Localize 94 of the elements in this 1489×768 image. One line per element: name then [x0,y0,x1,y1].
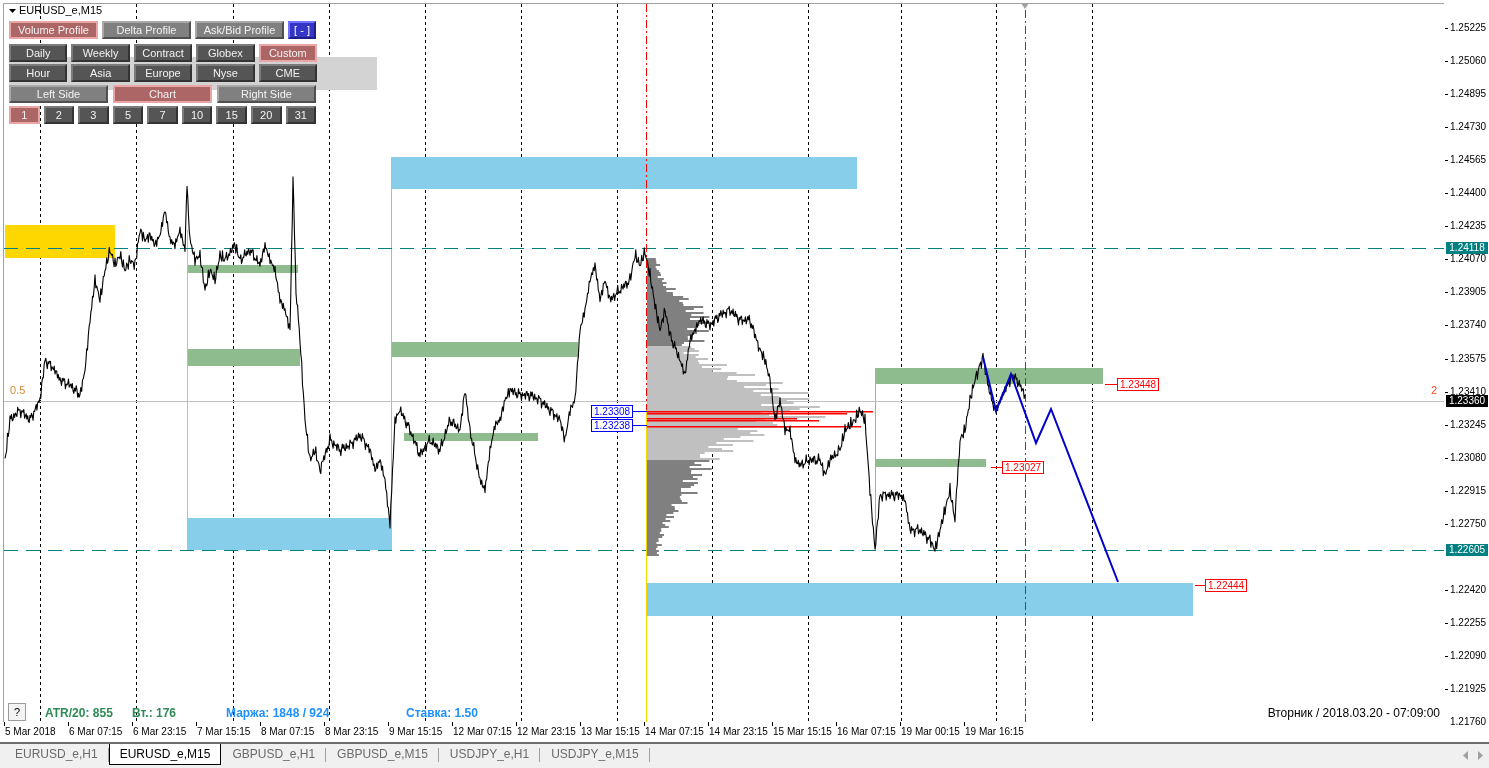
indicator-text: ATR/20: 855 [45,706,113,721]
price-axis-label: 1.23575 [1450,353,1487,365]
range-side-button[interactable]: Left Side [9,85,108,103]
session-button[interactable]: Weekly [71,44,130,62]
time-axis-label: 12 Mar 07:15 [453,726,512,738]
time-axis-label: 8 Mar 23:15 [325,726,379,738]
price-axis-label: 1.21760 [1450,716,1487,728]
price-axis-label: 1.24070 [1450,253,1487,265]
day-count-button[interactable]: 20 [250,106,282,124]
price-axis-label: 1.23740 [1450,319,1487,331]
chart-title: EURUSD_e,M15 [19,4,103,17]
chart-tab[interactable]: USDJPY_e,H1 [438,744,541,765]
session-button[interactable]: Custom [258,44,318,62]
price-marker-label: 1.24118 [1446,242,1488,254]
time-axis-label: 15 Mar 15:15 [773,726,832,738]
price-axis-label: 1.24565 [1450,154,1487,166]
level-marker-text: 0.5 [10,384,26,397]
profile-price-label: 1.23238 [591,419,634,432]
collapse-button[interactable]: [ - ] [288,21,316,39]
profile-mode-button[interactable]: Ask/Bid Profile [195,21,284,39]
chart-tab[interactable]: EURUSD_e,M15 [108,744,222,765]
price-axis-label: 1.24730 [1450,121,1487,133]
day-count-button[interactable]: 10 [181,106,213,124]
price-level-label: 1.22444 [1205,579,1248,592]
day-count-button[interactable]: 7 [147,106,178,124]
right-arrow-icon[interactable] [1478,751,1483,760]
price-axis-label: 1.23410 [1450,386,1487,397]
session-button[interactable]: Hour [9,64,68,82]
profile-mode-button[interactable]: Volume Profile [9,21,98,39]
time-axis-label: 8 Mar 07:15 [261,726,315,738]
indicator-text: Маржа: 1848 / 924 [226,706,330,721]
profile-price-label: 1.23308 [591,405,634,418]
time-axis-label: 12 Mar 23:15 [517,726,576,738]
leader-line [632,411,648,412]
price-axis-label: 1.25225 [1450,22,1487,34]
session-button[interactable]: Daily [9,44,68,62]
price-axis-label: 1.24895 [1450,88,1487,100]
caret-icon[interactable] [9,8,16,13]
price-level-label: 1.23448 [1117,378,1160,391]
chart-tab[interactable]: EURUSD_e,H1 [4,744,109,765]
price-axis-label: 1.22255 [1450,617,1487,629]
leader-line [1104,384,1118,385]
indicator-text: Вт.: 176 [132,706,176,721]
time-axis-label: 19 Mar 16:15 [965,726,1024,738]
chart-tab[interactable]: GBPUSD_e,M15 [326,744,439,765]
server-time-text: Вторник / 2018.03.20 - 07:09:00 [1267,706,1440,721]
indicator-text: Ставка: 1.50 [406,706,478,721]
time-axis-label: 14 Mar 23:15 [709,726,768,738]
range-side-button[interactable]: Chart [113,85,212,103]
day-count-button[interactable]: 1 [9,106,40,124]
time-axis-label: 19 Mar 00:15 [901,726,960,738]
price-axis-label: 1.22090 [1450,650,1487,662]
price-axis-label: 1.22915 [1450,485,1487,497]
leader-line [632,425,648,426]
price-axis-label: 1.24400 [1450,187,1487,199]
time-axis-label: 6 Mar 07:15 [69,726,123,738]
time-axis-label: 13 Mar 15:15 [581,726,640,738]
session-button[interactable]: Europe [133,64,193,82]
day-count-button[interactable]: 15 [216,106,247,124]
time-axis-label: 5 Mar 2018 [5,726,56,738]
profile-mode-button[interactable]: Delta Profile [102,21,191,39]
chart-tab[interactable]: GBPUSD_e,H1 [221,744,327,765]
price-axis-label: 1.22750 [1450,518,1487,530]
chart-tab[interactable]: USDJPY_e,M15 [540,744,650,765]
session-button[interactable]: Contract [133,44,193,62]
help-button[interactable]: ? [8,703,26,721]
price-marker-label: 1.22605 [1446,544,1488,556]
price-axis-label: 1.22420 [1450,584,1487,596]
price-axis-label: 1.21925 [1450,683,1487,695]
session-button[interactable]: CME [258,64,318,82]
day-count-button[interactable]: 5 [112,106,144,124]
day-count-button[interactable]: 31 [285,106,317,124]
price-axis-label: 1.23905 [1450,286,1487,298]
time-axis-label: 7 Mar 15:15 [197,726,251,738]
session-button[interactable]: Nyse [196,64,255,82]
leader-line [990,467,1003,468]
price-marker-label: 1.23360 [1446,395,1488,407]
level-marker-text: 2 [1431,384,1438,397]
price-axis-label: 1.24235 [1450,220,1487,232]
price-axis-label: 1.23080 [1450,452,1487,464]
session-button[interactable]: Asia [71,64,130,82]
time-axis-label: 6 Mar 23:15 [133,726,187,738]
left-arrow-icon[interactable] [1463,751,1468,760]
range-side-button[interactable]: Right Side [217,85,316,103]
session-button[interactable]: Globex [196,44,255,62]
price-level-label: 1.23027 [1002,461,1045,474]
day-count-button[interactable]: 2 [43,106,75,124]
leader-line [1194,585,1206,586]
day-count-button[interactable]: 3 [78,106,109,124]
price-axis-label: 1.25060 [1450,55,1487,67]
time-axis-label: 14 Mar 07:15 [645,726,704,738]
time-axis-label: 9 Mar 15:15 [389,726,443,738]
time-axis-label: 16 Mar 07:15 [837,726,896,738]
price-axis-label: 1.23245 [1450,419,1487,431]
